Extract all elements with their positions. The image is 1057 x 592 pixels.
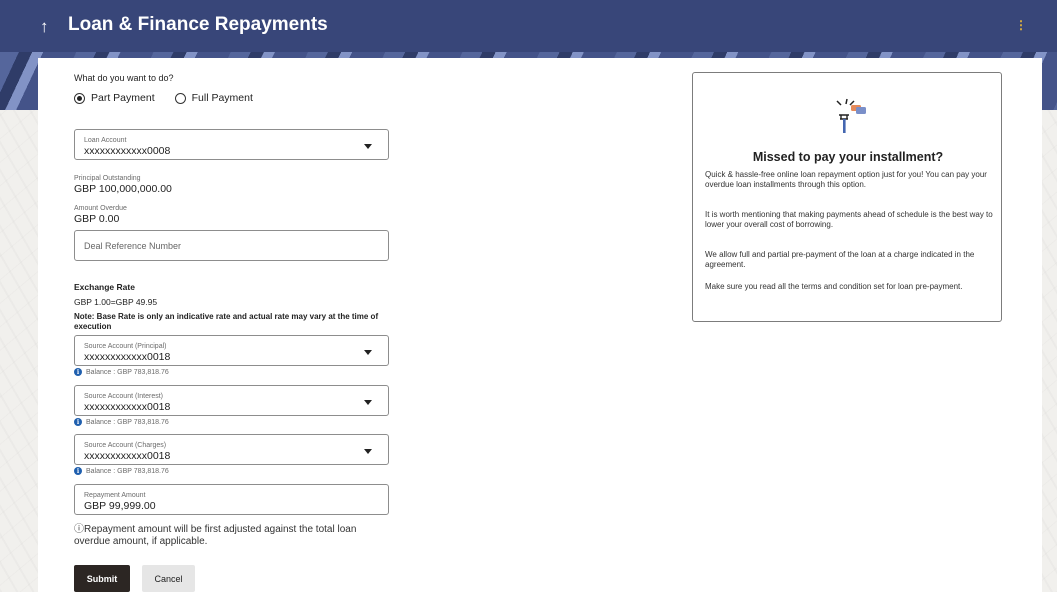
balance-text: Balance : GBP 783,818.76: [86, 467, 169, 475]
loan-account-label: Loan Account: [84, 137, 127, 144]
caret-down-icon[interactable]: [364, 400, 372, 405]
info-paragraph: We allow full and partial pre-payment of…: [705, 250, 975, 269]
info-icon: i: [74, 467, 82, 475]
exchange-rate-value: GBP 1.00=GBP 49.95: [74, 297, 158, 307]
info-paragraph: Quick & hassle-free online loan repaymen…: [705, 170, 987, 189]
info-outline-icon: ⓘ: [74, 524, 84, 535]
source-charges-label: Source Account (Charges): [84, 442, 167, 449]
source-charges-select[interactable]: Source Account (Charges) xxxxxxxxxxxx001…: [74, 434, 389, 465]
exchange-rate-label: Exchange Rate: [74, 282, 135, 292]
deal-reference-input[interactable]: Deal Reference Number: [74, 230, 389, 261]
payment-type-group: Part Payment Full Payment: [74, 92, 273, 104]
info-panel: Missed to pay your installment? Quick & …: [692, 72, 1002, 322]
pipe-chat-illustration-icon: [836, 98, 866, 133]
submit-button[interactable]: Submit: [74, 565, 130, 592]
source-interest-balance: i Balance : GBP 783,818.76: [74, 418, 169, 426]
kebab-menu-icon[interactable]: ⋮: [1015, 18, 1027, 32]
source-charges-balance: i Balance : GBP 783,818.76: [74, 467, 169, 475]
repayment-amount-input[interactable]: Repayment Amount GBP 99,999.00: [74, 484, 389, 515]
full-payment-label[interactable]: Full Payment: [192, 92, 253, 104]
info-paragraph: Make sure you read all the terms and con…: [705, 282, 963, 291]
amount-overdue-label: Amount Overdue: [74, 205, 127, 212]
loan-account-value: xxxxxxxxxxxx0008: [84, 145, 171, 157]
caret-down-icon[interactable]: [364, 350, 372, 355]
balance-text: Balance : GBP 783,818.76: [86, 418, 169, 426]
caret-down-icon[interactable]: [364, 449, 372, 454]
info-icon: i: [74, 368, 82, 376]
principal-outstanding-value: GBP 100,000,000.00: [74, 183, 172, 195]
page-title: Loan & Finance Repayments: [68, 14, 328, 35]
source-principal-select[interactable]: Source Account (Principal) xxxxxxxxxxxx0…: [74, 335, 389, 366]
source-principal-balance: i Balance : GBP 783,818.76: [74, 368, 169, 376]
source-principal-value: xxxxxxxxxxxx0018: [84, 351, 171, 363]
repayment-amount-label: Repayment Amount: [84, 492, 146, 499]
hint-text: Repayment amount will be first adjusted …: [74, 524, 357, 547]
info-panel-title: Missed to pay your installment?: [752, 150, 944, 164]
source-charges-value: xxxxxxxxxxxx0018: [84, 450, 171, 462]
info-paragraph: It is worth mentioning that making payme…: [705, 210, 993, 229]
action-question: What do you want to do?: [74, 73, 174, 83]
amount-overdue-value: GBP 0.00: [74, 213, 120, 225]
exchange-rate-note: Note: Base Rate is only an indicative ra…: [74, 312, 379, 331]
caret-down-icon[interactable]: [364, 144, 372, 149]
part-payment-label[interactable]: Part Payment: [91, 92, 155, 104]
source-principal-label: Source Account (Principal): [84, 343, 167, 350]
part-payment-radio[interactable]: [74, 92, 85, 104]
full-payment-radio[interactable]: [174, 92, 186, 104]
principal-outstanding-label: Principal Outstanding: [74, 175, 141, 182]
arrow-up-icon[interactable]: ↑: [40, 17, 49, 37]
repayment-hint: ⓘRepayment amount will be first adjusted…: [74, 524, 364, 548]
source-interest-value: xxxxxxxxxxxx0018: [84, 401, 171, 413]
source-interest-select[interactable]: Source Account (Interest) xxxxxxxxxxxx00…: [74, 385, 389, 416]
info-icon: i: [74, 418, 82, 426]
cancel-button[interactable]: Cancel: [142, 565, 195, 592]
deal-reference-placeholder: Deal Reference Number: [84, 241, 182, 251]
loan-account-select[interactable]: Loan Account xxxxxxxxxxxx0008: [74, 129, 389, 160]
source-interest-label: Source Account (Interest): [84, 393, 163, 400]
repayment-amount-value: GBP 99,999.00: [84, 500, 156, 512]
balance-text: Balance : GBP 783,818.76: [86, 368, 169, 376]
